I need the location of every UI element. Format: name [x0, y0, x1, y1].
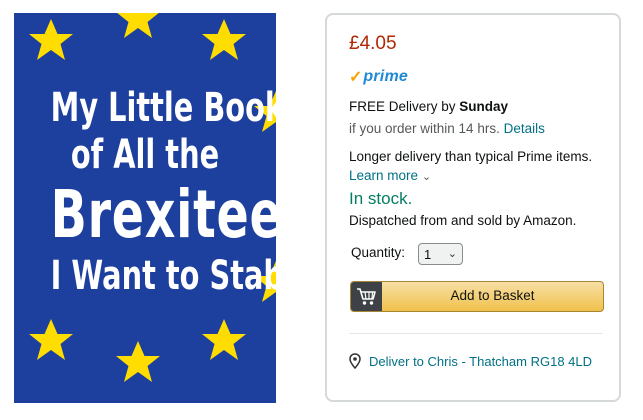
book-cover-image[interactable]: My Little Book of All the Brexiteers I W…	[14, 13, 276, 403]
learn-more-label: Learn more	[349, 168, 419, 183]
quantity-select[interactable]: 1 ⌄	[418, 243, 463, 265]
add-to-basket-label: Add to Basket	[450, 288, 535, 303]
order-within-label: if you order within 14 hrs.	[349, 121, 504, 136]
deliver-to-label: Deliver to Chris - Thatcham RG18 4LD	[369, 353, 593, 369]
book-title-line-3: Brexiteers	[50, 176, 276, 253]
stock-status: In stock.	[349, 189, 413, 208]
price: £4.05	[349, 33, 397, 54]
longer-delivery-text: Longer delivery than typical Prime items…	[349, 147, 609, 187]
deliver-to-link[interactable]: Deliver to Chris - Thatcham RG18 4LD	[349, 353, 592, 369]
free-delivery-day: Sunday	[459, 99, 509, 114]
longer-delivery-label: Longer delivery than typical Prime items…	[349, 149, 593, 164]
location-pin-icon	[349, 353, 361, 369]
basket-icon-box	[351, 282, 382, 311]
order-within-text: if you order within 14 hrs. Details	[349, 119, 545, 138]
details-link[interactable]: Details	[504, 121, 545, 136]
chevron-down-icon: ⌄	[447, 248, 457, 260]
chevron-down-icon: ⌄	[421, 171, 432, 183]
book-title-line-1: My Little Book	[50, 85, 276, 131]
quantity-value: 1	[424, 246, 432, 262]
free-delivery-text: FREE Delivery by Sunday	[349, 97, 508, 116]
quantity-label: Quantity:	[351, 245, 406, 260]
buy-box: £4.05 ✓ prime FREE Delivery by Sunday if…	[325, 13, 621, 402]
book-title: My Little Book of All the Brexiteers I W…	[50, 85, 276, 301]
learn-more-link[interactable]: Learn more ⌄	[349, 168, 431, 183]
book-title-line-2: of All the	[70, 132, 220, 178]
add-to-basket-button[interactable]: Add to Basket	[350, 281, 604, 312]
prime-check-icon: ✓	[349, 69, 363, 86]
divider	[349, 333, 603, 334]
prime-wordmark: prime	[363, 68, 408, 85]
free-delivery-prefix: FREE Delivery by	[349, 99, 460, 114]
book-title-line-4: I Want to Stab	[50, 253, 276, 299]
prime-logo: ✓ prime	[349, 67, 408, 87]
dispatch-text: Dispatched from and sold by Amazon.	[349, 213, 577, 228]
cart-icon	[357, 288, 376, 305]
